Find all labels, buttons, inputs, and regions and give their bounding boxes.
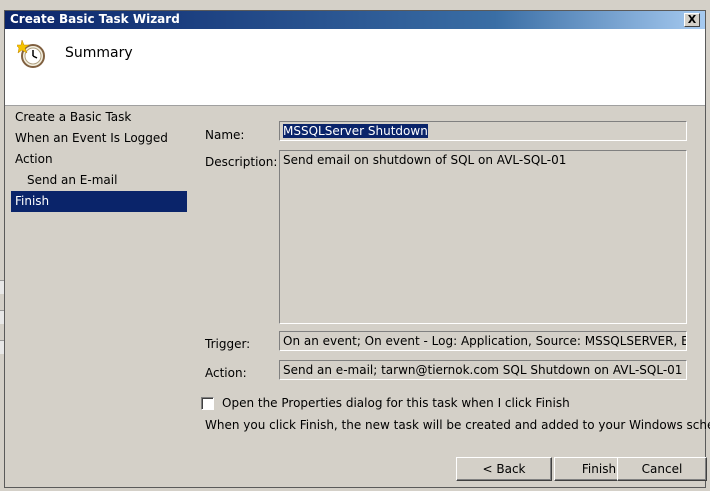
wizard-window: Create Basic Task Wizard X Summary Creat… — [4, 10, 710, 488]
step-when-event-logged[interactable]: When an Event Is Logged — [11, 128, 187, 149]
title-bar[interactable]: Create Basic Task Wizard X — [5, 11, 705, 29]
page-title: Summary — [65, 45, 133, 61]
trigger-label: Trigger: — [205, 337, 251, 351]
step-action[interactable]: Action — [11, 149, 187, 170]
close-icon: X — [687, 13, 697, 26]
wizard-steps: Create a Basic Task When an Event Is Log… — [11, 107, 187, 212]
open-properties-label[interactable]: Open the Properties dialog for this task… — [222, 396, 570, 410]
action-label: Action: — [205, 366, 247, 380]
window-title: Create Basic Task Wizard — [10, 12, 180, 26]
step-create-basic-task[interactable]: Create a Basic Task — [11, 107, 187, 128]
cancel-button[interactable]: Cancel — [617, 457, 707, 481]
clock-icon — [17, 39, 45, 68]
back-button[interactable]: < Back — [456, 457, 552, 481]
wizard-header: Summary — [5, 29, 705, 106]
step-finish[interactable]: Finish — [11, 191, 187, 212]
action-field[interactable]: Send an e-mail; tarwn@tiernok.com SQL Sh… — [279, 360, 687, 380]
close-button[interactable]: X — [684, 13, 700, 27]
trigger-field[interactable]: On an event; On event - Log: Application… — [279, 331, 687, 351]
name-label: Name: — [205, 128, 245, 142]
name-value: MSSQLServer Shutdown — [283, 124, 428, 138]
description-label: Description: — [205, 155, 278, 169]
step-send-email[interactable]: Send an E-mail — [11, 170, 187, 191]
open-properties-checkbox[interactable] — [201, 397, 214, 410]
name-field[interactable]: MSSQLServer Shutdown — [279, 121, 687, 141]
description-field[interactable]: Send email on shutdown of SQL on AVL-SQL… — [279, 150, 687, 324]
finish-info-text: When you click Finish, the new task will… — [205, 418, 710, 432]
